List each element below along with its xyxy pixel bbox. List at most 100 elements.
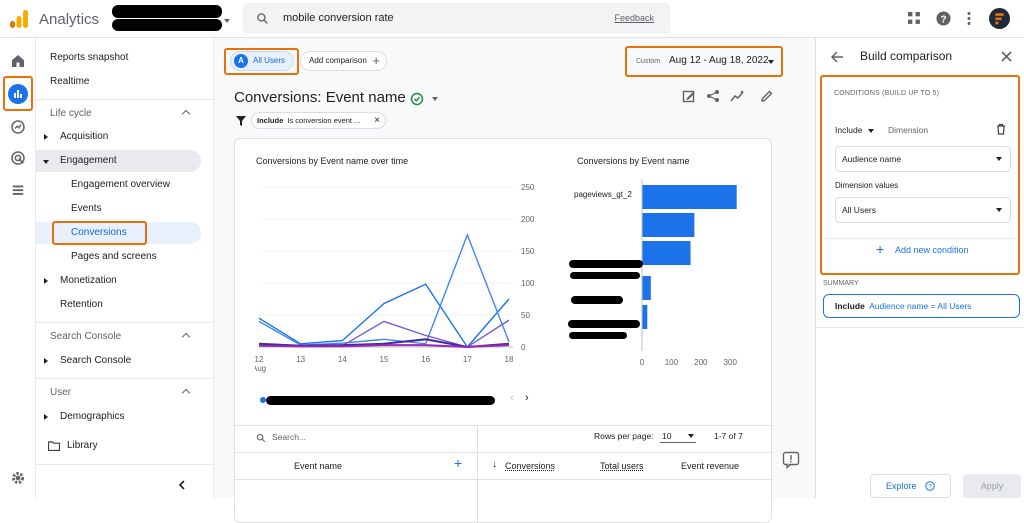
app-title: Analytics [39,11,100,28]
filter-close-icon[interactable]: × [374,113,380,128]
customize-report-icon[interactable] [682,89,696,103]
dimension-values-value: All Users [842,205,877,215]
account-chevron-down-icon[interactable] [224,19,230,23]
search-bar[interactable]: mobile conversion rate Feedback [243,3,670,34]
account-avatar[interactable] [989,8,1010,29]
nav-search-console[interactable]: Search Console [36,350,201,372]
nav-realtime[interactable]: Realtime [36,71,201,93]
sort-arrow-down-icon[interactable]: ↓ [492,459,497,470]
x-tick-label: 16 [421,355,430,364]
collapse-chevron-left-icon[interactable] [178,480,186,490]
filter-chip[interactable]: Include Is conversion event ... × [251,112,386,129]
date-range-picker[interactable]: Custom Aug 12 - Aug 18, 2022 [636,55,776,69]
line-chart-title: Conversions by Event name over time [256,156,409,166]
nav-demographics[interactable]: Demographics [36,406,201,428]
share-icon[interactable] [706,89,720,103]
add-condition-plus-icon: + [876,241,885,257]
line-chart[interactable]: 250 200 150 100 50 0 12 13 14 15 16 17 18 Aug [255,179,551,394]
nav-section-search-console-label: Search Console [50,331,122,342]
delete-trash-icon[interactable] [996,123,1006,135]
add-new-condition-button[interactable]: + Add new condition [876,241,996,260]
title-chevron-down-icon[interactable] [432,97,438,101]
series-line [258,283,510,349]
bar [642,241,691,265]
audience-name-select[interactable]: Audience name [835,146,1011,172]
account-name-redacted[interactable] [112,5,222,18]
dimension-values-select[interactable]: All Users [835,197,1011,223]
back-arrow-icon[interactable] [831,51,844,63]
reports-nav: Reports snapshot Realtime Life cycle Acq… [36,38,214,498]
feedback-link[interactable]: Feedback [614,13,654,23]
legend-prev-chevron-icon[interactable]: ‹ [510,392,514,404]
close-icon[interactable] [1001,51,1012,62]
admin-gear-icon[interactable] [9,469,27,487]
feedback-chat-icon[interactable] [782,451,800,469]
rows-per-page-select[interactable]: 10 [660,429,696,443]
nav-section-user[interactable]: User [36,381,201,405]
caret-right-icon [44,134,48,140]
chevron-down-icon [996,157,1002,161]
column-header-event-revenue[interactable]: Event revenue [681,461,739,471]
column-header-conversions[interactable]: Conversions [505,461,555,471]
bar-chart-title: Conversions by Event name [577,156,690,166]
panel-title: Build comparison [860,49,953,63]
legend-redacted [266,396,495,405]
column-header-total-users[interactable]: Total users [600,461,644,471]
nav-reports-snapshot[interactable]: Reports snapshot [36,47,201,69]
y-tick-label: 200 [521,215,535,224]
explore-icon[interactable] [9,118,27,136]
apply-button[interactable]: Apply [963,474,1021,498]
add-comparison-button[interactable]: Add comparison + [300,51,387,71]
conversions-highlight [52,221,147,245]
nav-events[interactable]: Events [36,198,201,220]
nav-section-user-label: User [50,387,72,398]
chevron-down-icon [996,208,1002,212]
nav-library[interactable]: Library [36,435,201,457]
conditions-label: CONDITIONS (BUILD UP TO 5) [834,90,940,97]
advertising-icon[interactable] [9,149,27,167]
nav-search-console-label: Search Console [60,355,132,366]
configure-list-icon[interactable] [9,181,27,199]
nav-section-search-console[interactable]: Search Console [36,325,201,349]
more-vert-icon[interactable] [966,11,972,26]
top-bar: Analytics mobile conversion rate Feedbac… [0,0,1024,38]
nav-divider [36,322,214,323]
apps-grid-icon[interactable] [908,12,921,25]
all-users-chip[interactable]: A All Users [230,51,294,71]
nav-acquisition[interactable]: Acquisition [36,126,201,148]
nav-section-lifecycle[interactable]: Life cycle [36,102,201,126]
column-header-event-name[interactable]: Event name [294,461,342,471]
bar [642,185,737,209]
add-dimension-plus-icon[interactable]: + [454,455,462,471]
analytics-logo-icon[interactable] [9,9,29,29]
edit-pencil-icon[interactable] [760,89,774,103]
x-tick-label: 14 [338,355,347,364]
chart-card: Conversions by Event name over time Conv… [234,138,772,523]
home-icon[interactable] [9,52,27,70]
reports-icon[interactable] [8,84,28,104]
nav-retention[interactable]: Retention [36,294,201,316]
table-search-input[interactable]: Search... [272,432,306,442]
nav-engagement-overview[interactable]: Engagement overview [36,174,201,196]
nav-divider [36,464,214,465]
nav-engagement[interactable]: Engagement [36,150,201,172]
explore-button[interactable]: Explore ? [870,474,951,498]
add-comparison-label: Add comparison [309,56,367,65]
date-custom-label: Custom [636,58,661,65]
y-tick-label: 150 [521,247,535,256]
nav-monetization[interactable]: Monetization [36,270,201,292]
property-name-redacted[interactable] [112,19,222,31]
include-dropdown[interactable]: Include [835,125,879,137]
verified-check-icon[interactable] [410,92,424,106]
table-divider [235,452,771,453]
insights-icon[interactable] [730,89,746,103]
legend-next-chevron-icon[interactable]: › [525,392,529,404]
y-tick-label: 0 [521,343,526,352]
search-input[interactable]: mobile conversion rate [283,12,394,24]
help-icon[interactable]: ? [936,11,951,26]
bar-x-tick-label: 300 [724,358,738,367]
rows-per-page-label: Rows per page: [594,431,654,441]
nav-pages-and-screens[interactable]: Pages and screens [36,246,201,268]
dimension-label: Dimension [888,125,929,135]
nav-acquisition-label: Acquisition [60,131,109,142]
